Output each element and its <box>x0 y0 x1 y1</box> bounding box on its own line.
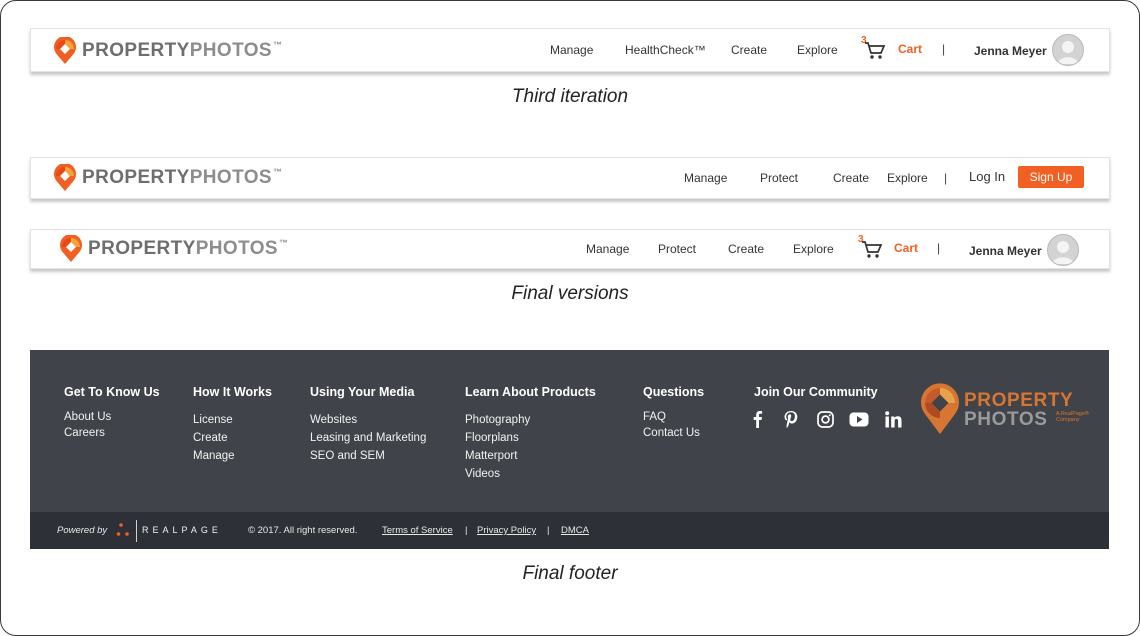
footer-column-get-to-know-us: Get To Know Us About Us Careers <box>64 385 160 439</box>
separator: | <box>937 241 941 255</box>
terms-of-service-link[interactable]: Terms of Service <box>382 525 453 536</box>
dmca-link[interactable]: DMCA <box>561 525 589 536</box>
cart-label: Cart <box>898 42 923 56</box>
avatar[interactable] <box>1047 234 1079 266</box>
caption-third-iteration: Third iteration <box>511 86 629 107</box>
user-name[interactable]: Jenna Meyer <box>969 244 1042 258</box>
pin-logo-icon <box>54 37 76 64</box>
cart-label: Cart <box>894 241 919 255</box>
nav-create[interactable]: Create <box>731 43 767 57</box>
cart-button[interactable]: 3 Cart <box>861 35 941 63</box>
nav-protect[interactable]: Protect <box>760 171 798 185</box>
footer-link-manage[interactable]: Manage <box>193 450 272 462</box>
footer-link-videos[interactable]: Videos <box>465 468 596 480</box>
pin-logo-icon <box>60 235 82 262</box>
nav-create[interactable]: Create <box>728 242 764 256</box>
nav-create[interactable]: Create <box>833 171 869 185</box>
cart-icon <box>862 241 883 258</box>
footer-column-using-your-media: Using Your Media Websites Leasing and Ma… <box>310 385 426 462</box>
footer-heading: Questions <box>643 385 705 399</box>
powered-by-label: Powered by <box>57 525 108 536</box>
avatar[interactable] <box>1052 34 1084 66</box>
privacy-policy-link[interactable]: Privacy Policy <box>477 525 536 536</box>
nav-manage[interactable]: Manage <box>586 242 629 256</box>
facebook-icon[interactable] <box>746 408 768 430</box>
linkedin-icon[interactable] <box>882 408 904 430</box>
user-avatar-icon <box>1052 241 1074 264</box>
nav-explore[interactable]: Explore <box>797 43 838 57</box>
footer-brand-wordmark: PROPERTY PHOTOS <box>964 390 1074 430</box>
login-link[interactable]: Log In <box>969 169 1005 184</box>
nav-explore[interactable]: Explore <box>887 171 928 185</box>
footer-link-seo-and-sem[interactable]: SEO and SEM <box>310 450 426 462</box>
social-links <box>746 408 916 430</box>
cart-button[interactable]: 3 Cart <box>858 234 938 262</box>
brand-wordmark: PROPERTYPHOTOS™ <box>82 40 283 61</box>
footer-brand-tagline: A RealPage® Company <box>1056 411 1090 423</box>
nav-explore[interactable]: Explore <box>793 242 834 256</box>
footer-heading: Learn About Products <box>465 385 596 399</box>
nav-manage[interactable]: Manage <box>550 43 593 57</box>
footer-link-floorplans[interactable]: Floorplans <box>465 432 596 444</box>
footer-link-about-us[interactable]: About Us <box>64 411 160 423</box>
realpage-dots-icon <box>116 523 129 536</box>
footer-column-questions: Questions FAQ Contact Us <box>643 385 704 439</box>
brand-wordmark: PROPERTYPHOTOS™ <box>88 238 289 259</box>
cart-icon <box>865 42 886 59</box>
copyright-text: © 2017. All right reserved. <box>248 525 358 536</box>
footer-column-how-it-works: How It Works License Create Manage <box>193 385 272 462</box>
caption-final-versions: Final versions <box>511 283 629 304</box>
footer-link-photography[interactable]: Photography <box>465 414 596 426</box>
footer-link-license[interactable]: License <box>193 414 272 426</box>
brand-logo[interactable]: PROPERTYPHOTOS™ <box>59 235 288 263</box>
nav-protect[interactable]: Protect <box>658 242 696 256</box>
footer-link-leasing-and-marketing[interactable]: Leasing and Marketing <box>310 432 426 444</box>
footer-legal-bar: Powered by REALPAGE © 2017. All right re… <box>30 512 1109 549</box>
site-footer: Get To Know Us About Us Careers How It W… <box>30 350 1109 549</box>
header-final-logged-out: PROPERTYPHOTOS™ Manage Protect Create Ex… <box>30 157 1110 199</box>
pin-logo-icon <box>54 164 76 191</box>
header-final-logged-in: PROPERTYPHOTOS™ Manage Protect Create Ex… <box>30 229 1110 269</box>
legal-separator: | <box>547 525 550 536</box>
signup-button[interactable]: Sign Up <box>1018 166 1084 188</box>
brand-logo[interactable]: PROPERTYPHOTOS™ <box>53 37 282 65</box>
user-name[interactable]: Jenna Meyer <box>974 44 1047 58</box>
nav-healthcheck[interactable]: HealthCheck™ <box>625 43 706 57</box>
nav-manage[interactable]: Manage <box>684 171 727 185</box>
footer-column-community: Join Our Community <box>754 385 878 399</box>
pinterest-icon[interactable] <box>780 408 802 430</box>
footer-link-create[interactable]: Create <box>193 432 272 444</box>
footer-heading: Get To Know Us <box>64 385 160 399</box>
footer-link-contact-us[interactable]: Contact Us <box>643 427 704 439</box>
footer-link-matterport[interactable]: Matterport <box>465 450 596 462</box>
separator: | <box>944 171 948 185</box>
caption-final-footer: Final footer <box>522 563 618 584</box>
realpage-logo-text[interactable]: REALPAGE <box>142 525 222 535</box>
footer-link-careers[interactable]: Careers <box>64 427 160 439</box>
brand-wordmark: PROPERTYPHOTOS™ <box>82 167 283 188</box>
legal-separator: | <box>465 525 468 536</box>
footer-link-faq[interactable]: FAQ <box>643 411 704 423</box>
footer-heading: Join Our Community <box>754 385 878 399</box>
realpage-divider <box>136 520 137 542</box>
footer-heading: How It Works <box>193 385 272 399</box>
user-avatar-icon <box>1057 41 1079 64</box>
footer-brand-logo[interactable]: PROPERTY PHOTOS A RealPage® Company <box>920 383 1089 440</box>
brand-logo[interactable]: PROPERTYPHOTOS™ <box>53 164 282 192</box>
footer-heading: Using Your Media <box>310 385 415 399</box>
separator: | <box>942 42 946 56</box>
footer-column-learn-about-products: Learn About Products Photography Floorpl… <box>465 385 596 480</box>
header-third-iteration: PROPERTYPHOTOS™ Manage HealthCheck™ Crea… <box>30 28 1110 72</box>
footer-link-websites[interactable]: Websites <box>310 414 426 426</box>
pin-logo-icon <box>921 383 959 434</box>
youtube-icon[interactable] <box>848 408 870 430</box>
instagram-icon[interactable] <box>814 408 836 430</box>
